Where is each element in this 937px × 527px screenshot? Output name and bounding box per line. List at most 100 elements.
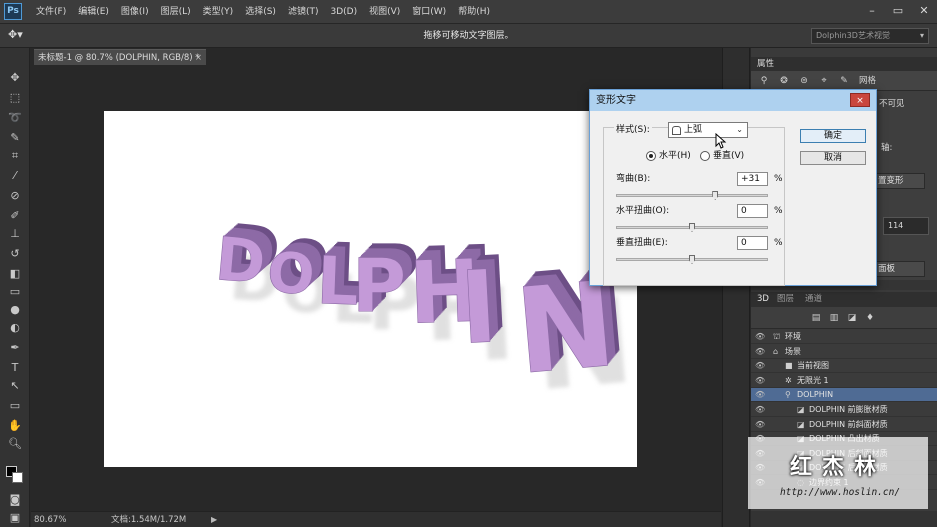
- invisible-checkbox-label[interactable]: 不可见: [879, 97, 905, 109]
- gradient-tool-icon[interactable]: ▭: [6, 284, 24, 300]
- visibility-eye-icon[interactable]: 👁︎: [755, 345, 765, 359]
- menu-type[interactable]: 类型(Y): [197, 0, 240, 24]
- document-tab[interactable]: 未标题-1 @ 80.7% (DOLPHIN, RGB/8) * ×: [34, 49, 206, 65]
- cancel-button[interactable]: 取消: [800, 151, 866, 165]
- letter-face: P: [352, 243, 406, 329]
- material-icon: ◪: [797, 419, 805, 429]
- scene-row-label: 无限光 1: [797, 375, 829, 385]
- zoom-readout[interactable]: 80.67%: [34, 512, 66, 527]
- visibility-eye-icon[interactable]: 👁︎: [755, 418, 765, 432]
- menu-image[interactable]: 图像(I): [115, 0, 155, 24]
- letter-face: I: [457, 248, 500, 367]
- scene-row[interactable]: 👁︎ ■ 当前视图: [751, 359, 937, 374]
- cap-icon[interactable]: ⊜: [797, 74, 811, 88]
- scene-row[interactable]: 👁︎ ⚲ DOLPHIN: [751, 388, 937, 403]
- bend-input[interactable]: +31: [737, 172, 768, 186]
- menu-select[interactable]: 选择(S): [239, 0, 282, 24]
- status-menu-arrow-icon[interactable]: ▶: [211, 512, 217, 527]
- style-select[interactable]: 上弧 ⌄: [668, 122, 748, 138]
- scene-filter-icon[interactable]: ▤: [809, 311, 823, 325]
- marquee-tool-icon[interactable]: ⬚: [6, 90, 24, 106]
- path-select-icon[interactable]: ↖: [6, 378, 24, 394]
- tab-layers[interactable]: 图层: [777, 292, 794, 307]
- eyedropper-tool-icon[interactable]: ⁄: [6, 168, 24, 184]
- horizontal-distortion-input[interactable]: 0: [737, 204, 768, 218]
- mouse-cursor-icon: [715, 133, 727, 149]
- material-icon: ◪: [797, 405, 805, 414]
- eraser-tool-icon[interactable]: ◧: [6, 266, 24, 282]
- workspace-select[interactable]: Dolphin3D艺术视觉 ▾: [811, 28, 929, 44]
- menu-list: 文件(F) 编辑(E) 图像(I) 图层(L) 类型(Y) 选择(S) 滤镜(T…: [30, 0, 496, 24]
- options-bar: ✥▾ 拖移可移动文字图层。 Dolphin3D艺术视觉 ▾: [0, 24, 937, 48]
- scene-row[interactable]: 👁︎ ◪ DOLPHIN 前斜面材质: [751, 418, 937, 432]
- vertical-distortion-input[interactable]: 0: [737, 236, 768, 250]
- shape-tool-icon[interactable]: ▭: [6, 398, 24, 414]
- menu-file[interactable]: 文件(F): [30, 0, 72, 24]
- tab-properties[interactable]: 属性: [757, 57, 774, 71]
- depth-field[interactable]: 114: [883, 217, 929, 235]
- ok-button[interactable]: 确定: [800, 129, 866, 143]
- clone-stamp-icon[interactable]: ⊥: [6, 226, 24, 242]
- properties-header: 属性: [751, 57, 937, 71]
- history-brush-icon[interactable]: ↺: [6, 246, 24, 262]
- visibility-eye-icon[interactable]: 👁︎: [755, 330, 765, 344]
- canvas[interactable]: DOLPHIN DDDDDDDDDDDDOOOOOOOOOOOOLLLLLLLL…: [104, 111, 637, 467]
- hand-tool-icon[interactable]: ✋: [6, 418, 24, 434]
- healing-brush-icon[interactable]: ⊘: [6, 188, 24, 204]
- scene-row[interactable]: 👁︎ ⛫ 环境: [751, 330, 937, 344]
- deform-icon[interactable]: ❂: [777, 74, 791, 88]
- maximize-icon[interactable]: ▭: [889, 3, 907, 19]
- menu-3d[interactable]: 3D(D): [324, 0, 363, 24]
- mesh-icon[interactable]: ⚲: [757, 74, 771, 88]
- menu-layer[interactable]: 图层(L): [155, 0, 197, 24]
- type-tool-icon[interactable]: T: [6, 360, 24, 376]
- minimize-icon[interactable]: –: [863, 3, 881, 19]
- pen-tool-icon[interactable]: ✒: [6, 340, 24, 356]
- material-icon[interactable]: ✎: [837, 74, 851, 88]
- tab-channels[interactable]: 通道: [805, 292, 822, 307]
- scene-row[interactable]: 👁︎ ✲ 无限光 1: [751, 374, 937, 388]
- 3d-panel-footer: [751, 511, 937, 527]
- move-tool-icon[interactable]: ✥: [6, 70, 24, 86]
- menu-view[interactable]: 视图(V): [363, 0, 406, 24]
- panel-button[interactable]: 面板: [875, 261, 925, 277]
- horizontal-distortion-slider[interactable]: [616, 223, 768, 232]
- material-filter-icon[interactable]: ◪: [845, 311, 859, 325]
- menu-help[interactable]: 帮助(H): [452, 0, 496, 24]
- dialog-title-bar: 变形文字 ×: [590, 90, 876, 111]
- tab-3d[interactable]: 3D: [757, 292, 769, 307]
- mesh-filter-icon[interactable]: ▥: [827, 311, 841, 325]
- menu-edit[interactable]: 编辑(E): [72, 0, 115, 24]
- radio-horizontal-dot[interactable]: [646, 151, 656, 161]
- menu-filter[interactable]: 滤镜(T): [282, 0, 325, 24]
- vertical-distortion-slider[interactable]: [616, 255, 768, 264]
- close-icon[interactable]: ✕: [915, 3, 933, 19]
- scene-row[interactable]: 👁︎ ⌂ 场景: [751, 345, 937, 359]
- visibility-eye-icon[interactable]: 👁︎: [755, 388, 765, 402]
- crop-tool-icon[interactable]: ⌗: [6, 148, 24, 164]
- coordinates-icon[interactable]: ⌖: [817, 74, 831, 88]
- color-swatches-icon[interactable]: [6, 466, 24, 483]
- watermark: 红杰林 http://www.hoslin.cn/: [748, 437, 928, 509]
- bend-slider[interactable]: [616, 191, 768, 200]
- zoom-tool-icon[interactable]: 🔍︎: [6, 436, 24, 452]
- dodge-tool-icon[interactable]: ◐: [6, 320, 24, 336]
- blur-tool-icon[interactable]: ●: [6, 302, 24, 318]
- dialog-title: 变形文字: [596, 95, 636, 106]
- scene-row-label: DOLPHIN 前斜面材质: [809, 419, 888, 429]
- reset-deformation-button[interactable]: 置变形: [875, 173, 925, 189]
- visibility-eye-icon[interactable]: 👁︎: [755, 403, 765, 417]
- visibility-eye-icon[interactable]: 👁︎: [755, 374, 765, 388]
- close-icon[interactable]: ×: [850, 93, 870, 107]
- brush-tool-icon[interactable]: ✐: [6, 208, 24, 224]
- menu-window[interactable]: 窗口(W): [406, 0, 452, 24]
- close-icon[interactable]: ×: [195, 50, 202, 66]
- scene-row[interactable]: 👁︎ ◪ DOLPHIN 前膨胀材质: [751, 403, 937, 417]
- quick-select-tool-icon[interactable]: ✎: [6, 130, 24, 146]
- radio-vertical-dot[interactable]: [700, 151, 710, 161]
- screen-mode-icon[interactable]: ▣: [6, 510, 24, 526]
- lasso-tool-icon[interactable]: ➰: [6, 110, 24, 126]
- visibility-eye-icon[interactable]: 👁︎: [755, 359, 765, 373]
- light-filter-icon[interactable]: ♦: [863, 311, 877, 325]
- quick-mask-icon[interactable]: ◙: [6, 492, 24, 508]
